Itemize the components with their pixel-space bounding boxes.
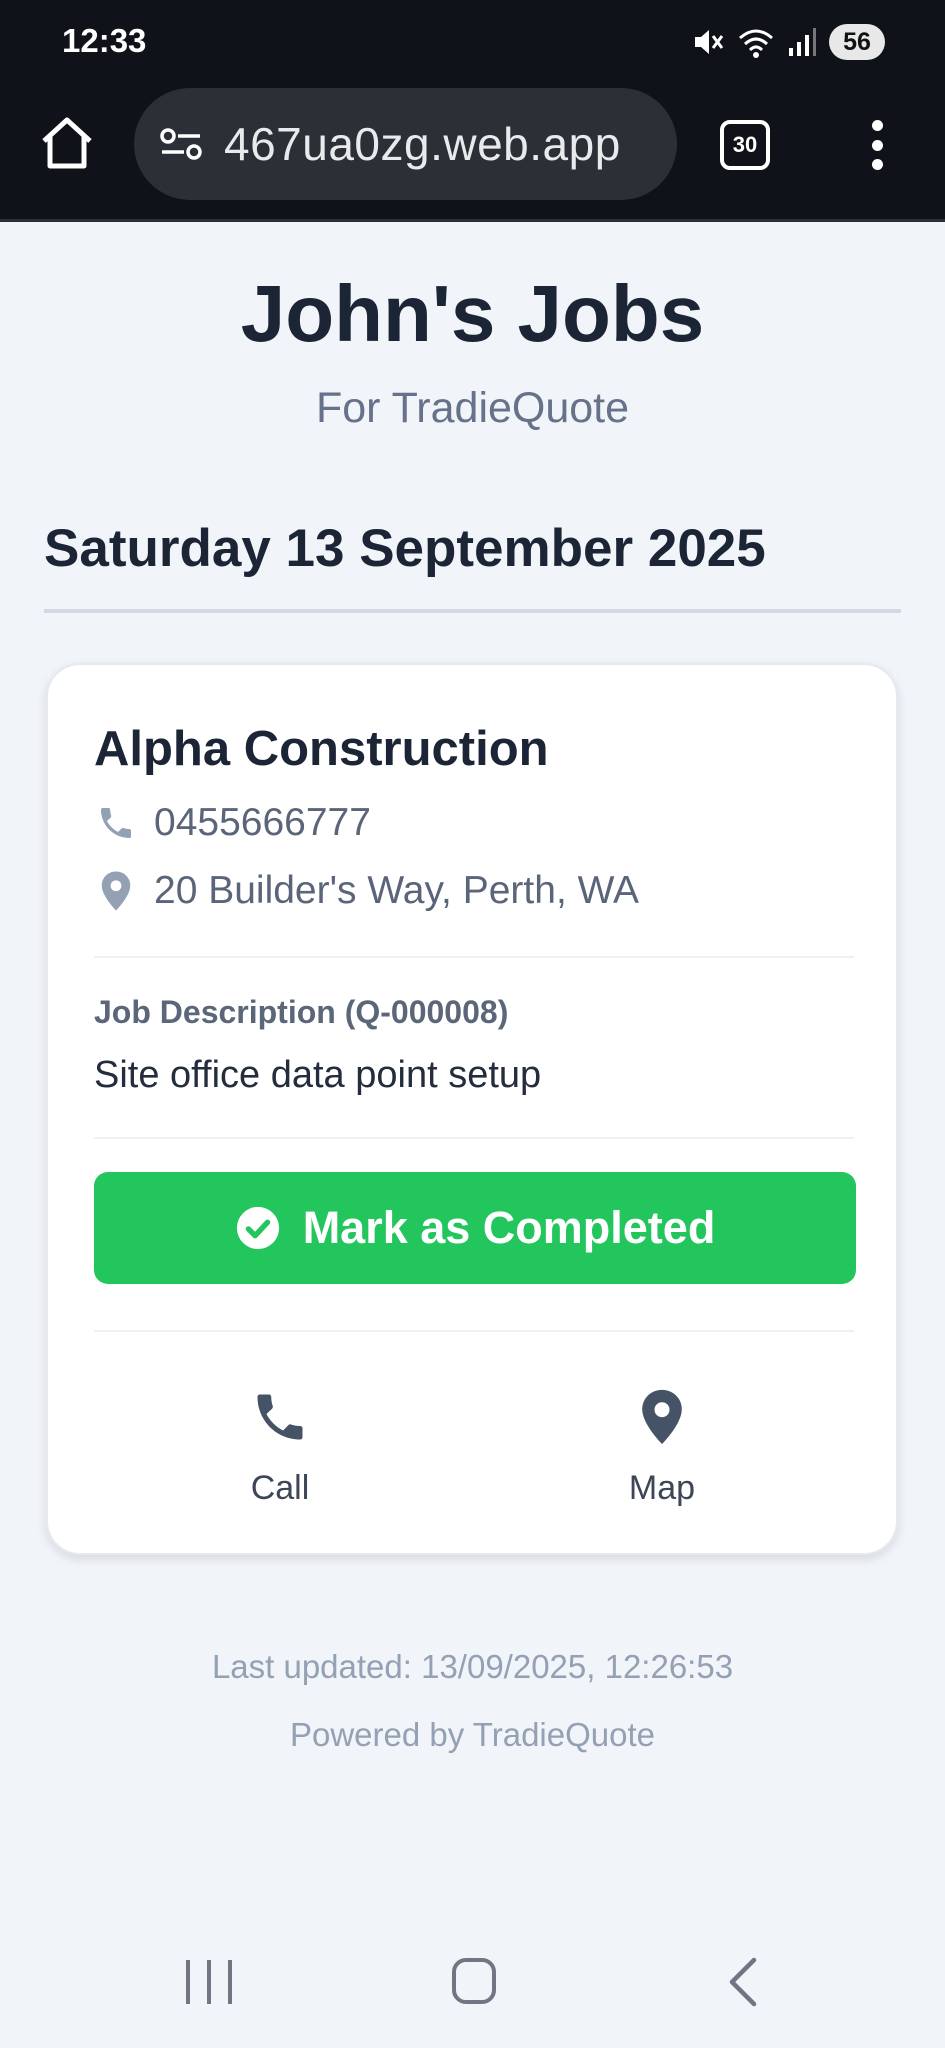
address-bar[interactable]: 467ua0zg.web.app: [134, 88, 677, 200]
signal-icon: [789, 28, 816, 56]
wifi-icon: [739, 29, 773, 58]
home-icon: [42, 117, 92, 169]
phone-row[interactable]: 0455666777: [94, 801, 371, 845]
recent-apps-icon: [228, 1960, 232, 2004]
map-pin-icon: [630, 1385, 694, 1449]
browser-toolbar: 467ua0zg.web.app 30: [0, 82, 945, 222]
mark-completed-label: Mark as Completed: [302, 1202, 716, 1253]
map-pin-icon: [94, 869, 138, 913]
address-row[interactable]: 20 Builder's Way, Perth, WA: [94, 869, 639, 913]
job-description: Site office data point setup: [94, 1054, 542, 1096]
browser-menu-button[interactable]: [862, 114, 892, 176]
card-divider: [94, 1137, 854, 1139]
page-subtitle: For TradieQuote: [315, 384, 630, 432]
card-divider: [94, 956, 854, 958]
call-button[interactable]: Call: [180, 1385, 380, 1525]
menu-dot-icon: [871, 120, 883, 131]
check-circle-icon: [236, 1206, 279, 1250]
address-text[interactable]: 20 Builder's Way, Perth, WA: [154, 869, 639, 913]
date-divider: [44, 609, 901, 613]
last-updated-text: Last updated: 13/09/2025, 12:26:53: [211, 1648, 734, 1685]
phone-icon: [248, 1385, 312, 1449]
back-button[interactable]: [722, 1954, 762, 2010]
system-nav-bar: [0, 1918, 945, 2048]
status-icons: 56: [691, 22, 885, 62]
call-label: Call: [250, 1469, 310, 1507]
card-divider: [94, 1330, 854, 1332]
date-heading: Saturday 13 September 2025: [44, 519, 766, 578]
menu-dot-icon: [871, 139, 883, 151]
map-label: Map: [628, 1469, 696, 1507]
system-home-button[interactable]: [452, 1958, 496, 2004]
url-text[interactable]: 467ua0zg.web.app: [224, 117, 621, 171]
status-bar: 12:33 56: [0, 0, 945, 82]
company-name: Alpha Construction: [94, 722, 549, 776]
job-description-label: Job Description (Q-000008): [94, 994, 509, 1030]
mark-completed-button[interactable]: Mark as Completed: [94, 1172, 856, 1284]
browser-home-button[interactable]: [36, 112, 98, 174]
job-card: Alpha Construction 0455666777 20 Builder…: [46, 663, 898, 1555]
mute-icon: [695, 30, 724, 54]
map-button[interactable]: Map: [562, 1385, 762, 1525]
recent-apps-button[interactable]: [186, 1960, 232, 2006]
tab-switcher-button[interactable]: 30: [720, 120, 770, 170]
powered-by-text: Powered by TradieQuote: [289, 1716, 656, 1753]
battery-indicator: 56: [829, 24, 885, 60]
phone-icon: [94, 801, 138, 845]
phone-number[interactable]: 0455666777: [154, 801, 371, 845]
recent-apps-icon: [186, 1960, 190, 2004]
recent-apps-icon: [207, 1960, 211, 2004]
page-title: John's Jobs: [240, 269, 705, 358]
status-time: 12:33: [62, 22, 147, 59]
site-settings-icon[interactable]: [156, 119, 206, 169]
menu-dot-icon: [871, 159, 883, 170]
